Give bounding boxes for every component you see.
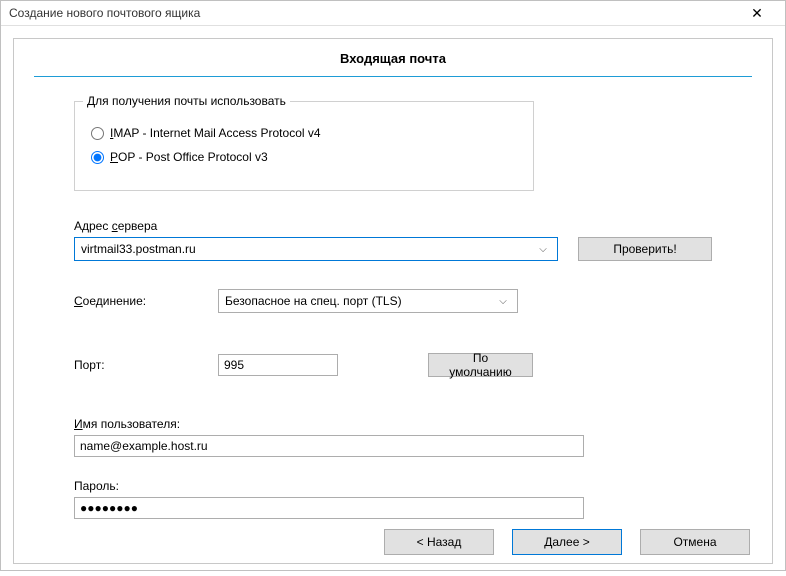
form-body: Для получения почты использовать IMAP - … [14, 101, 772, 519]
cancel-button[interactable]: Отмена [640, 529, 750, 555]
divider [34, 76, 752, 77]
protocol-legend: Для получения почты использовать [83, 94, 290, 108]
content-area: Входящая почта Для получения почты испол… [1, 26, 785, 576]
back-button[interactable]: < Назад [384, 529, 494, 555]
check-button[interactable]: Проверить! [578, 237, 712, 261]
chevron-down-icon: ⌵ [535, 244, 551, 255]
password-label: Пароль: [74, 479, 712, 493]
server-label: Адрес сервера [74, 219, 712, 233]
panel-title: Входящая почта [14, 39, 772, 76]
dialog-window: Создание нового почтового ящика ✕ Входящ… [0, 0, 786, 571]
connection-label: Соединение: [74, 294, 218, 308]
server-combo[interactable]: virtmail33.postman.ru ⌵ [74, 237, 558, 261]
username-block: Имя пользователя: [74, 417, 712, 457]
default-port-button[interactable]: По умолчанию [428, 353, 533, 377]
username-label: Имя пользователя: [74, 417, 712, 431]
radio-imap[interactable]: IMAP - Internet Mail Access Protocol v4 [91, 126, 517, 140]
radio-pop-input[interactable] [91, 151, 104, 164]
radio-pop-label: POP - Post Office Protocol v3 [110, 150, 268, 164]
close-icon[interactable]: ✕ [737, 1, 777, 25]
port-input[interactable] [218, 354, 338, 376]
server-block: Адрес сервера virtmail33.postman.ru ⌵ Пр… [74, 219, 712, 261]
wizard-buttons: < Назад Далее > Отмена [14, 519, 772, 563]
radio-pop[interactable]: POP - Post Office Protocol v3 [91, 150, 517, 164]
connection-row: Соединение: Безопасное на спец. порт (TL… [74, 289, 712, 313]
titlebar: Создание нового почтового ящика ✕ [1, 1, 785, 26]
connection-combo[interactable]: Безопасное на спец. порт (TLS) ⌵ [218, 289, 518, 313]
next-button[interactable]: Далее > [512, 529, 622, 555]
port-row: Порт: По умолчанию [74, 353, 712, 377]
port-label: Порт: [74, 358, 218, 372]
wizard-panel: Входящая почта Для получения почты испол… [13, 38, 773, 564]
chevron-down-icon: ⌵ [495, 296, 511, 307]
password-input[interactable] [74, 497, 584, 519]
password-block: Пароль: [74, 479, 712, 519]
protocol-groupbox: Для получения почты использовать IMAP - … [74, 101, 534, 191]
connection-value: Безопасное на спец. порт (TLS) [225, 294, 495, 308]
window-title: Создание нового почтового ящика [9, 6, 737, 20]
radio-imap-label: IMAP - Internet Mail Access Protocol v4 [110, 126, 321, 140]
server-value: virtmail33.postman.ru [81, 242, 535, 256]
username-input[interactable] [74, 435, 584, 457]
radio-imap-input[interactable] [91, 127, 104, 140]
